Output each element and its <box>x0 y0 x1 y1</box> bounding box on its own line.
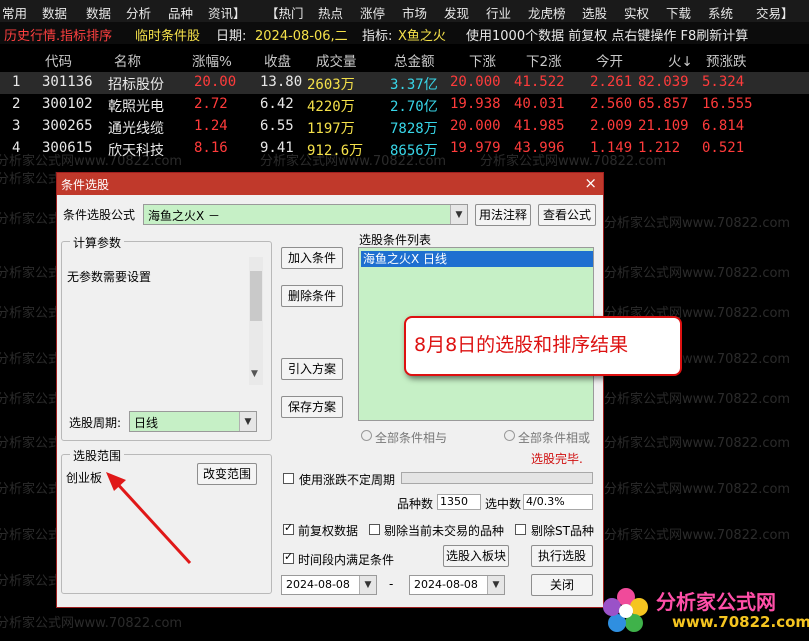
logo: 分析家公式网 www.70822.com <box>598 582 809 638</box>
callout-text: 8月8日的选股和排序结果 <box>414 334 629 356</box>
annotation-callout: 8月8日的选股和排序结果 <box>404 316 682 376</box>
logo-text: 分析家公式网 <box>656 590 776 614</box>
flower-logo-icon <box>603 588 648 632</box>
logo-url: www.70822.com <box>672 613 809 631</box>
arrow-shaft <box>111 477 192 565</box>
